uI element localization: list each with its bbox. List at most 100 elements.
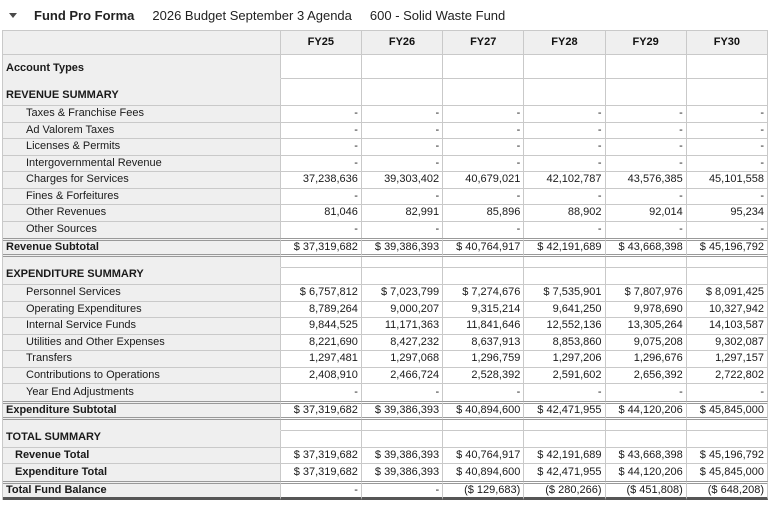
- value-cell: 8,637,913: [443, 335, 524, 352]
- table-row: [3, 257, 768, 268]
- value-cell: $ 37,319,682: [281, 448, 362, 465]
- budget-name: 2026 Budget September 3 Agenda: [152, 8, 352, 23]
- table-row: REVENUE SUMMARY: [3, 79, 768, 106]
- value-cell: -: [443, 384, 524, 401]
- value-cell: 42,102,787: [524, 172, 605, 189]
- value-cell: 2,408,910: [281, 368, 362, 385]
- value-cell: $ 44,120,206: [606, 464, 687, 481]
- value-cell: [606, 79, 687, 106]
- value-cell: -: [687, 106, 768, 123]
- value-cell: -: [524, 384, 605, 401]
- value-cell: -: [281, 222, 362, 239]
- value-cell: 9,000,207: [362, 302, 443, 319]
- title-bar: Fund Pro Forma 2026 Budget September 3 A…: [0, 0, 771, 30]
- row-label-cell: Charges for Services: [3, 172, 281, 189]
- value-cell: $ 7,535,901: [524, 285, 605, 302]
- row-label-cell: Other Sources: [3, 222, 281, 239]
- value-cell: 85,896: [443, 205, 524, 222]
- value-cell: $ 43,668,398: [606, 238, 687, 257]
- value-cell: [281, 268, 362, 285]
- row-label-cell: Expenditure Total: [3, 464, 281, 481]
- value-cell: -: [606, 106, 687, 123]
- value-cell: -: [687, 384, 768, 401]
- table-row: Intergovernmental Revenue------: [3, 156, 768, 173]
- row-label-cell: Expenditure Subtotal: [3, 401, 281, 420]
- value-cell: 82,991: [362, 205, 443, 222]
- value-cell: -: [606, 156, 687, 173]
- value-cell: -: [443, 156, 524, 173]
- value-cell: [443, 420, 524, 431]
- row-label-cell: Taxes & Franchise Fees: [3, 106, 281, 123]
- value-cell: 1,297,068: [362, 351, 443, 368]
- value-cell: -: [524, 139, 605, 156]
- row-label-cell: Other Revenues: [3, 205, 281, 222]
- row-label-cell: Ad Valorem Taxes: [3, 123, 281, 140]
- table-row: Year End Adjustments------: [3, 384, 768, 401]
- value-cell: -: [281, 481, 362, 500]
- value-cell: -: [281, 156, 362, 173]
- value-cell: [281, 79, 362, 106]
- value-cell: 40,679,021: [443, 172, 524, 189]
- column-header: FY27: [443, 31, 524, 55]
- pro-forma-table: FY25FY26FY27FY28FY29FY30 Account TypesRE…: [2, 30, 768, 500]
- value-cell: 43,576,385: [606, 172, 687, 189]
- value-cell: ($ 648,208): [687, 481, 768, 500]
- value-cell: [687, 268, 768, 285]
- value-cell: [443, 79, 524, 106]
- value-cell: -: [443, 222, 524, 239]
- table-row: Charges for Services37,238,63639,303,402…: [3, 172, 768, 189]
- table-row: Revenue Subtotal$ 37,319,682$ 39,386,393…: [3, 238, 768, 257]
- value-cell: [524, 431, 605, 448]
- value-cell: [524, 79, 605, 106]
- value-cell: [687, 55, 768, 79]
- value-cell: [362, 268, 443, 285]
- row-label-cell: Contributions to Operations: [3, 368, 281, 385]
- value-cell: 2,656,392: [606, 368, 687, 385]
- table-row: Licenses & Permits------: [3, 139, 768, 156]
- row-label-cell: Total Fund Balance: [3, 481, 281, 500]
- row-label-cell: TOTAL SUMMARY: [3, 431, 281, 448]
- collapse-caret-icon[interactable]: [9, 13, 17, 18]
- value-cell: 2,591,602: [524, 368, 605, 385]
- column-header: FY26: [362, 31, 443, 55]
- row-label-cell: Licenses & Permits: [3, 139, 281, 156]
- value-cell: -: [524, 123, 605, 140]
- value-cell: 11,841,646: [443, 318, 524, 335]
- value-cell: [687, 257, 768, 268]
- value-cell: -: [687, 156, 768, 173]
- value-cell: ($ 280,266): [524, 481, 605, 500]
- value-cell: [281, 420, 362, 431]
- value-cell: -: [362, 189, 443, 206]
- value-cell: -: [281, 189, 362, 206]
- table-row: EXPENDITURE SUMMARY: [3, 268, 768, 285]
- value-cell: 39,303,402: [362, 172, 443, 189]
- value-cell: [606, 257, 687, 268]
- row-label-cell: Fines & Forfeitures: [3, 189, 281, 206]
- table-row: Taxes & Franchise Fees------: [3, 106, 768, 123]
- value-cell: -: [362, 384, 443, 401]
- value-cell: [524, 55, 605, 79]
- value-cell: $ 7,274,676: [443, 285, 524, 302]
- table-row: Expenditure Subtotal$ 37,319,682$ 39,386…: [3, 401, 768, 420]
- value-cell: -: [362, 222, 443, 239]
- row-label-cell: Year End Adjustments: [3, 384, 281, 401]
- column-header-row: FY25FY26FY27FY28FY29FY30: [3, 31, 768, 55]
- table-row: TOTAL SUMMARY: [3, 431, 768, 448]
- value-cell: $ 6,757,812: [281, 285, 362, 302]
- table-row: Utilities and Other Expenses8,221,6908,4…: [3, 335, 768, 352]
- value-cell: $ 40,894,600: [443, 401, 524, 420]
- value-cell: $ 39,386,393: [362, 448, 443, 465]
- value-cell: 9,844,525: [281, 318, 362, 335]
- value-cell: $ 42,471,955: [524, 401, 605, 420]
- value-cell: 9,075,208: [606, 335, 687, 352]
- value-cell: [281, 431, 362, 448]
- value-cell: $ 43,668,398: [606, 448, 687, 465]
- value-cell: $ 44,120,206: [606, 401, 687, 420]
- row-label-cell: Internal Service Funds: [3, 318, 281, 335]
- value-cell: 9,315,214: [443, 302, 524, 319]
- row-label-cell: Revenue Subtotal: [3, 238, 281, 257]
- value-cell: 2,722,802: [687, 368, 768, 385]
- value-cell: [524, 420, 605, 431]
- row-label-cell: Revenue Total: [3, 448, 281, 465]
- value-cell: 13,305,264: [606, 318, 687, 335]
